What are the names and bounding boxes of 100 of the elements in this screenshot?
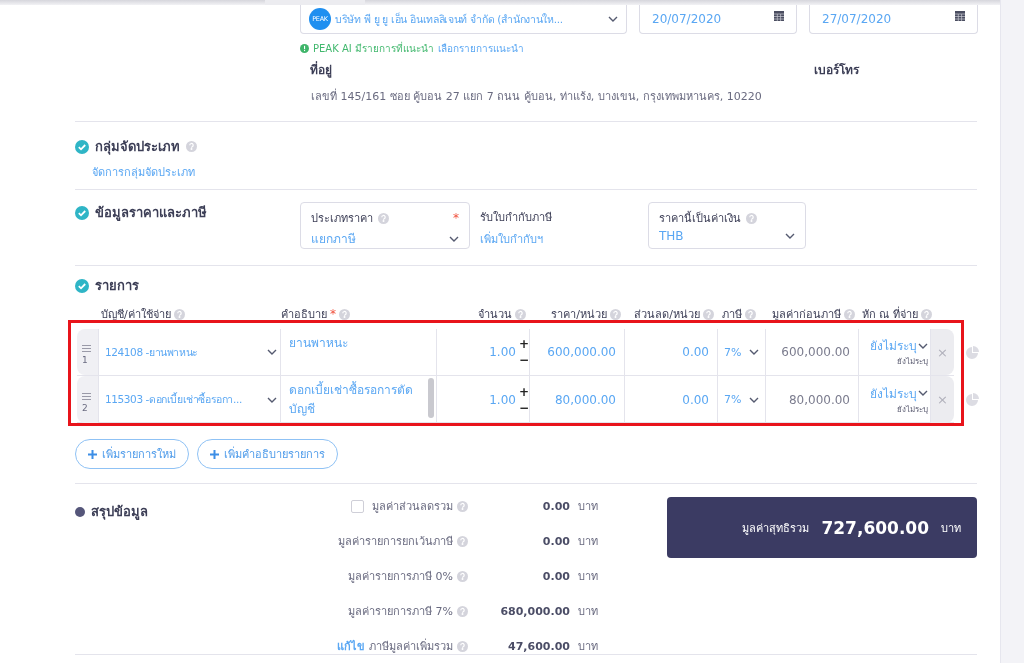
price-field[interactable]: 600,000.00 [530,329,625,375]
plus-icon [210,449,219,459]
price-field[interactable]: 80,000.00 [530,376,625,424]
column-header: มูลค่าก่อนภาษี [772,307,841,323]
pie-chart-icon[interactable] [966,393,979,406]
calendar-icon [774,11,784,21]
help-icon [844,308,855,320]
required-mark: * [330,307,336,321]
date-field[interactable]: 20/07/2020 [639,5,797,34]
summary-value: 0.00 [541,534,570,548]
address-label: ที่อยู่ [310,60,332,79]
summary-label: ภาษีมูลค่าเพิ่มรวม [369,637,453,655]
drag-handle-icon[interactable] [82,345,91,352]
help-icon [378,212,389,224]
summary-value: 47,600.00 [507,639,570,653]
help-icon [457,605,468,617]
row-number: 2 [82,402,88,413]
currency-unit: บาท [577,569,599,585]
chevron-down-icon [449,235,459,242]
section-title: ข้อมูลราคาและภาษี [95,204,207,223]
discount-field[interactable]: 0.00 [625,376,718,424]
chevron-down-icon [918,390,928,397]
chevron-down-icon [749,349,760,355]
currency-unit: บาท [577,499,599,515]
date-field[interactable]: 27/07/2020 [809,5,978,34]
help-icon [186,141,197,152]
add-button[interactable]: เพิ่มคำอธิบายรายการ [197,439,338,469]
section-title: กลุ่มจัดประเภท [95,138,180,157]
currency-unit: บาท [577,604,599,620]
vat-select[interactable]: 7% [718,376,766,424]
column-header: หัก ณ ที่จ่าย [862,305,918,323]
phone-label: เบอร์โทร [814,62,859,79]
summary-value: 680,000.00 [499,604,570,618]
decrement-button[interactable]: − [518,399,529,416]
column-header: จำนวน [478,307,512,323]
increment-button[interactable]: + [518,336,529,352]
help-icon [457,640,468,652]
currency-select[interactable]: ราคานี้เป็นค่าเงิน THB [648,202,806,249]
help-icon [515,308,526,320]
address-text: เลขที่ 145/161 ซอย คู้บอน 27 แยก 7 ถนน คู้บอน, ท่าแร้ง, บางเขน, กรุงเทพมหานคร, 10220 [311,87,763,105]
account-select[interactable]: 115303 -ดอกเบี้ยเช่าซื้อรอกา... [99,376,281,424]
chevron-down-icon [267,396,277,403]
section-title: สรุปข้อมูล [91,503,148,522]
pretax-amount: 80,000.00 [766,376,859,424]
drag-handle-icon[interactable] [82,392,91,400]
column-header: ราคา/หน่วย [551,307,607,323]
withholding-note: ยังไม่ระบุ [897,403,928,416]
vat-select[interactable]: 7% [718,329,766,375]
help-icon [457,500,468,512]
price-type-select[interactable]: ประเภทราคา * แยกภาษี [300,202,470,249]
description-field[interactable]: ยานพาหนะ [281,329,437,375]
checkbox[interactable] [351,499,364,513]
remove-row-button[interactable]: × [931,329,954,375]
plus-icon [88,449,97,459]
column-header: ส่วนลด/หน่วย [634,307,700,323]
section-title: รายการ [95,277,139,295]
help-icon [457,535,468,547]
withholding-note: ยังไม่ระบุ [897,356,928,368]
scrollbar[interactable] [428,378,434,418]
edit-link[interactable]: แก้ไข [337,637,365,655]
chevron-down-icon [608,16,618,22]
manage-category-link[interactable]: จัดการกลุ่มจัดประเภท [92,163,300,181]
chevron-down-icon [785,233,795,239]
ai-notice: PEAK AI มีรายการที่แนะนำ [313,41,434,56]
pretax-amount: 600,000.00 [766,329,859,375]
suggestion-link[interactable]: เลือกรายการแนะนำ [437,41,524,56]
help-icon [610,308,621,320]
column-header: ภาษี [722,307,742,323]
currency-unit: บาท [577,639,599,655]
add-button[interactable]: เพิ่มรายการใหม่ [75,439,189,469]
summary-value: 0.00 [541,569,570,583]
calendar-icon [955,11,965,21]
summary-label: มูลค่าส่วนลดรวม [372,499,453,515]
chevron-down-icon [918,342,928,349]
currency-unit: บาท [941,520,961,537]
help-icon [173,308,185,320]
column-header: บัญชี/ค่าใช้จ่าย [101,307,171,323]
total-value: 727,600.00 [821,517,929,538]
increment-button[interactable]: + [518,383,529,400]
help-icon [703,308,714,320]
add-invoice-link[interactable]: เพิ่มใบกำกับฯ [480,230,640,248]
remove-row-button[interactable]: × [931,376,954,424]
decrement-button[interactable]: − [518,352,529,368]
summary-label: มูลค่ารายการภาษี 7% [348,604,453,620]
tax-invoice-label: รับใบกำกับภาษี [480,210,553,226]
summary-label: มูลค่ารายการภาษี 0% [348,569,453,585]
help-icon [457,570,468,582]
pie-chart-icon[interactable] [966,346,979,359]
column-header: คำอธิบาย [281,307,327,323]
help-icon [339,308,350,320]
row-number: 1 [82,355,88,365]
help-icon [921,308,932,320]
help-icon [746,212,757,224]
chevron-down-icon [749,396,760,403]
chevron-down-icon [267,349,277,355]
total-label: มูลค่าสุทธิรวม [742,520,810,537]
description-field[interactable]: ดอกเบี้ยเช่าซื้อรอการตัดบัญชี [281,376,437,424]
discount-field[interactable]: 0.00 [625,329,718,375]
account-select[interactable]: 124108 -ยานพาหนะ [99,329,281,375]
help-icon [745,308,756,320]
